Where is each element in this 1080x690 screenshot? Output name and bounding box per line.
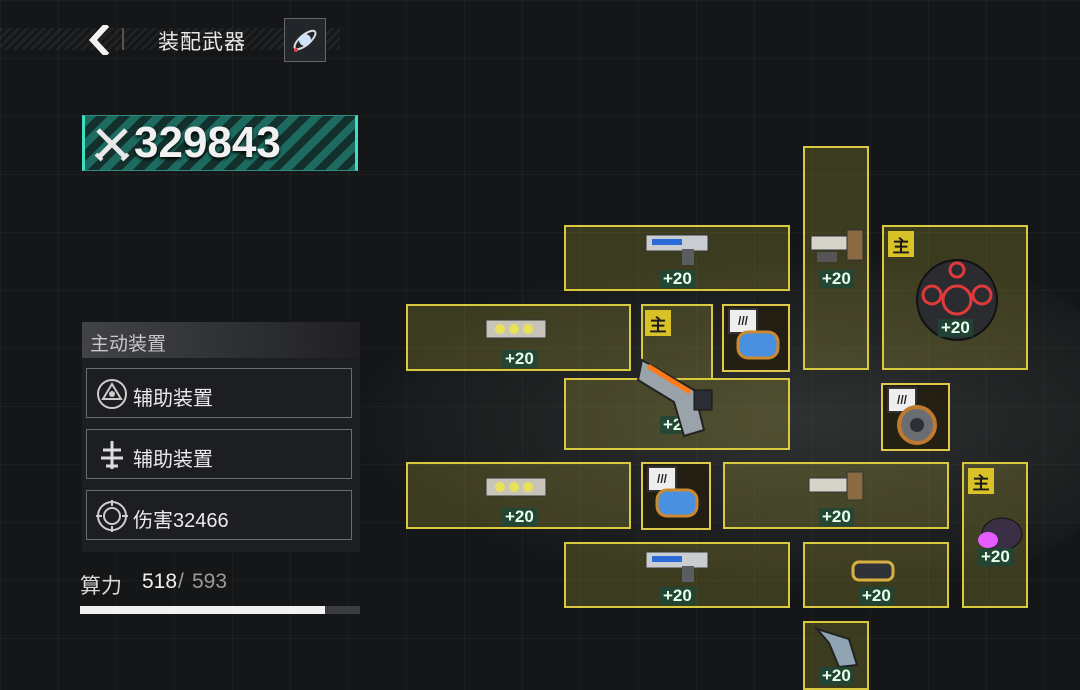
capsule-module-icon [736,330,780,360]
weapon-slot-main[interactable]: 主 +20 [882,225,1028,370]
slot-level: +20 [859,587,894,605]
ship-select-button[interactable] [284,18,326,62]
compute-progress-bar [80,606,360,614]
active-devices-title: 主动装置 [90,334,167,355]
module-slot[interactable]: /// [881,383,950,451]
chevron-left-icon [88,25,110,55]
launcher-weapon-icon [485,477,547,497]
target-icon [96,500,128,532]
slot-level: +20 [819,270,854,288]
weapon-slot[interactable]: +20 [564,225,790,291]
module-slot[interactable]: /// [722,304,790,372]
compute-progress-fill [80,606,325,614]
top-bar: 装配武器 [0,0,1080,78]
compute-label: 算力 [80,575,122,598]
heavy-gun-weapon-icon [636,358,713,438]
compute-total: 593 [192,570,228,593]
launcher-weapon-icon [485,319,547,339]
slot-level: +20 [819,508,854,526]
device-label: 辅助装置 [133,449,213,471]
slot-level: +20 [978,548,1013,566]
main-badge: 主 [645,310,671,336]
device-label: 伤害32466 [133,510,229,532]
turret-weapon-icon [808,471,864,501]
cannon-weapon-icon [813,627,859,669]
orb-module-icon [897,405,937,445]
weapon-slot[interactable]: +20 [564,542,790,608]
device-row-assist-1[interactable]: 辅助装置 [86,368,352,418]
weapon-slot[interactable]: +20 [803,621,869,690]
weapon-slot[interactable]: +20 [803,542,949,608]
title-divider [122,28,124,50]
back-button[interactable] [84,22,116,58]
slot-level: +20 [660,270,695,288]
device-row-damage[interactable]: 伤害32466 [86,490,352,540]
missile-weapon-icon [851,560,895,582]
combat-power-value: 329843 [134,118,281,167]
main-badge: 主 [968,468,994,494]
weapon-slot-main[interactable]: 主 +20 [962,462,1028,608]
device-label: 辅助装置 [133,388,213,410]
page-title: 装配武器 [158,31,246,54]
assist-device-icon [97,379,127,409]
capsule-module-icon [655,488,699,518]
slot-level: +20 [502,508,537,526]
slot-level: +20 [819,667,854,685]
compute-slash: / [178,570,184,593]
turret-weapon-icon [810,229,864,262]
ship-icon [293,29,317,52]
slot-level: +20 [660,587,695,605]
slot-level: +20 [502,350,537,368]
module-slot[interactable]: /// [641,462,711,530]
drone-icon [101,441,123,469]
compute-used: 518 [142,570,178,593]
main-badge: 主 [888,231,914,257]
slot-level: +20 [938,319,973,337]
crossed-swords-icon [94,128,130,162]
weapon-slot[interactable]: +20 [803,146,869,370]
device-row-assist-2[interactable]: 辅助装置 [86,429,352,479]
weapon-slot[interactable]: +20 [723,462,949,529]
pistol-weapon-icon [645,234,709,265]
pistol-weapon-icon [645,551,709,582]
weapon-slot[interactable]: +20 [406,462,631,529]
